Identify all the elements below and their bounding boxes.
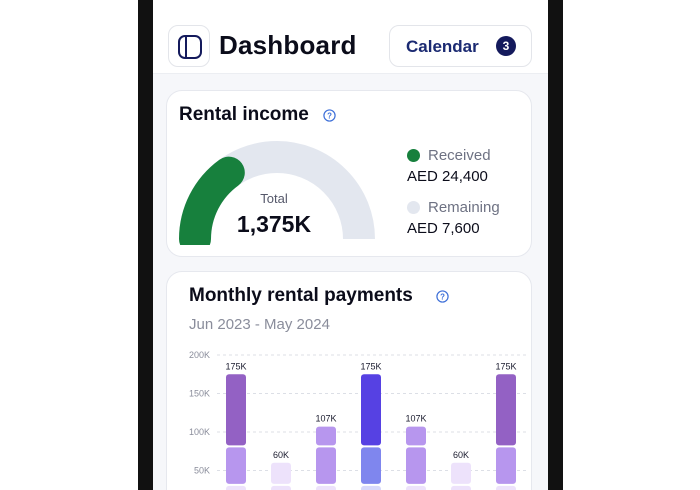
sidebar-toggle-button[interactable] [168, 25, 210, 67]
monthly-payments-chart: 200K 150K 100K 50K 175K 60K 107K 175K 107K 60K 175… [189, 350, 529, 490]
monthly-payments-card: Monthly rental payments ? Jun 2023 - May… [166, 271, 532, 490]
bar-segment[interactable] [451, 462, 471, 484]
bar-value-label: 107K [405, 414, 426, 424]
phone-screen: Dashboard Calendar 3 Rental income ? Tot… [153, 0, 548, 490]
y-axis-tick-label: 100K [189, 427, 210, 437]
svg-text:?: ? [327, 111, 332, 120]
bar-segment[interactable] [271, 462, 291, 484]
received-legend-label: Received [428, 147, 491, 164]
bar-value-label: 175K [225, 361, 246, 371]
calendar-button-label: Calendar [406, 37, 479, 56]
y-axis-tick-label: 50K [194, 466, 210, 476]
bar-segment[interactable] [316, 426, 336, 446]
app-header: Dashboard Calendar 3 [153, 0, 548, 74]
bar-value-label: 175K [495, 361, 516, 371]
device-bezel-left [138, 0, 153, 490]
received-legend-dot [407, 149, 420, 162]
bar-segment[interactable] [406, 447, 426, 484]
remaining-amount: AED 7,600 [407, 220, 480, 237]
bar-segment[interactable] [496, 485, 516, 490]
bar-segment[interactable] [496, 374, 516, 446]
calendar-count-badge: 3 [496, 36, 516, 56]
bar-segment[interactable] [226, 374, 246, 446]
calendar-button[interactable]: Calendar 3 [389, 25, 532, 67]
bar-segment[interactable] [271, 485, 291, 490]
bar-segment[interactable] [316, 485, 336, 490]
gauge-total-value: 1,375K [236, 211, 312, 237]
rental-income-card: Rental income ? Total 1,375K Received AE… [166, 90, 532, 257]
bar-value-label: 60K [453, 450, 469, 460]
y-axis-tick-label: 200K [189, 350, 210, 360]
bar-value-label: 107K [315, 414, 336, 424]
received-amount: AED 24,400 [407, 168, 488, 185]
sidebar-panel-icon [178, 35, 202, 59]
bar-segment[interactable] [226, 447, 246, 484]
gauge-label: Total [260, 191, 288, 206]
bar-segment[interactable] [406, 426, 426, 446]
bar-segment[interactable] [226, 485, 246, 490]
bar-segment[interactable] [361, 485, 381, 490]
remaining-legend-dot [407, 201, 420, 214]
bar-value-label: 175K [360, 361, 381, 371]
bar-segment[interactable] [316, 447, 336, 484]
bar-segment[interactable] [406, 485, 426, 490]
device-bezel-right [548, 0, 563, 490]
bar-segment[interactable] [361, 374, 381, 446]
y-axis-tick-label: 150K [189, 389, 210, 399]
rental-income-title: Rental income [179, 104, 309, 125]
bar-value-label: 60K [273, 450, 289, 460]
bar-segment[interactable] [451, 485, 471, 490]
bar-segment[interactable] [496, 447, 516, 484]
question-circle-icon[interactable]: ? [323, 109, 336, 122]
bar-segment[interactable] [361, 447, 381, 484]
page-title: Dashboard [219, 30, 357, 60]
remaining-legend-label: Remaining [428, 199, 500, 216]
